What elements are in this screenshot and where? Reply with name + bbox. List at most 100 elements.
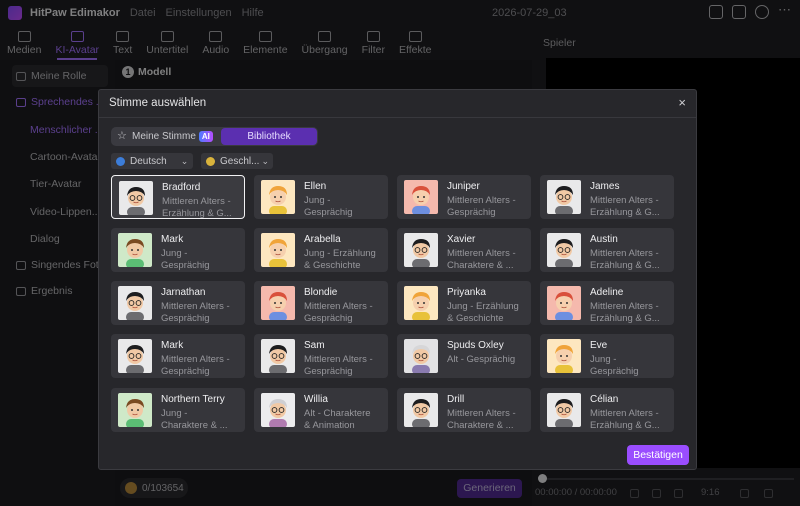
gender-dropdown[interactable]: Geschl... ⌄ bbox=[201, 153, 273, 169]
voice-description: Jung - Erzählung & Geschichte bbox=[447, 301, 527, 325]
voice-source-tabs: ☆ Meine Stimme AI Bibliothek bbox=[111, 127, 318, 146]
voice-description: Mittleren Alters - Gesprächig bbox=[161, 301, 241, 325]
voice-avatar bbox=[547, 339, 581, 373]
voice-description: Mittleren Alters - Gesprächig bbox=[304, 301, 384, 325]
ai-badge: AI bbox=[198, 131, 213, 142]
voice-description: Jung - Gesprächig bbox=[590, 354, 670, 378]
voice-description-line: Mittleren Alters - bbox=[162, 196, 231, 207]
voice-card[interactable]: Bradford Mittleren Alters - Erzählung & G.… bbox=[111, 175, 245, 219]
voice-avatar bbox=[118, 286, 152, 320]
voice-description-line: Charaktere & ... bbox=[447, 420, 514, 431]
voice-description-line: Jung - Erzählung bbox=[304, 248, 376, 259]
language-dropdown[interactable]: Deutsch ⌄ bbox=[111, 153, 193, 169]
voice-card[interactable]: Juniper Mittleren Alters - Gesprächig bbox=[397, 175, 531, 219]
voice-description: Alt - Gesprächig bbox=[447, 354, 527, 366]
voice-card[interactable]: Blondie Mittleren Alters - Gesprächig bbox=[254, 281, 388, 325]
voice-description: Jung - Charaktere & ... bbox=[161, 408, 241, 432]
voice-description: Mittleren Alters - Erzählung & G... bbox=[590, 248, 670, 272]
voice-name: Austin bbox=[590, 234, 618, 245]
voice-description-line: Alt - Charaktere bbox=[304, 408, 371, 419]
voice-avatar bbox=[404, 393, 438, 427]
voice-card[interactable]: Adeline Mittleren Alters - Erzählung & G..… bbox=[540, 281, 674, 325]
voice-name: Northern Terry bbox=[161, 394, 225, 405]
voice-description: Mittleren Alters - Erzählung & G... bbox=[590, 408, 670, 432]
voice-card[interactable]: James Mittleren Alters - Erzählung & G... bbox=[540, 175, 674, 219]
voice-name: Mark bbox=[161, 234, 184, 245]
voice-description-line: Mittleren Alters - bbox=[590, 248, 659, 259]
tab-my-voice[interactable]: ☆ Meine Stimme AI bbox=[111, 127, 219, 146]
voice-description: Mittleren Alters - Erzählung & G... bbox=[162, 196, 242, 220]
globe-icon bbox=[116, 156, 125, 166]
voice-card[interactable]: Mark Mittleren Alters - Gesprächig bbox=[111, 334, 245, 378]
voice-avatar bbox=[261, 180, 295, 214]
voice-avatar bbox=[547, 180, 581, 214]
confirm-button[interactable]: Bestätigen bbox=[627, 445, 689, 465]
voice-description-line: Charaktere & ... bbox=[161, 420, 228, 431]
voice-description: Mittleren Alters - Gesprächig bbox=[304, 354, 384, 378]
voice-description: Mittleren Alters - Erzählung & G... bbox=[590, 301, 670, 325]
voice-description: Alt - Charaktere & Animation bbox=[304, 408, 384, 432]
voice-name: Célian bbox=[590, 394, 619, 405]
voice-card[interactable]: Austin Mittleren Alters - Erzählung & G... bbox=[540, 228, 674, 272]
voice-card[interactable]: Willia Alt - Charaktere & Animation bbox=[254, 388, 388, 432]
voice-name: Priyanka bbox=[447, 287, 486, 298]
voice-description-line: Gesprächig bbox=[161, 313, 210, 324]
voice-card[interactable]: Arabella Jung - Erzählung & Geschichte bbox=[254, 228, 388, 272]
voice-avatar bbox=[118, 393, 152, 427]
voice-avatar bbox=[547, 233, 581, 267]
voice-avatar bbox=[261, 233, 295, 267]
voice-avatar bbox=[118, 339, 152, 373]
voice-description-line: Gesprächig bbox=[304, 366, 353, 377]
voice-description-line: Gesprächig bbox=[304, 207, 353, 218]
voice-description-line: Jung - bbox=[161, 408, 188, 419]
voice-description-line: Mittleren Alters - bbox=[590, 408, 659, 419]
voice-description-line: Mittleren Alters - bbox=[590, 301, 659, 312]
dialog-title: Stimme auswählen bbox=[109, 97, 207, 109]
voice-name: Arabella bbox=[304, 234, 341, 245]
voice-card[interactable]: Mark Jung - Gesprächig bbox=[111, 228, 245, 272]
voice-name: James bbox=[590, 181, 620, 192]
voice-description-line: Charaktere & ... bbox=[447, 260, 514, 271]
language-value: Deutsch bbox=[130, 155, 167, 167]
voice-description-line: Erzählung & G... bbox=[590, 313, 660, 324]
voice-description-line: Jung - bbox=[161, 248, 188, 259]
voice-card[interactable]: Northern Terry Jung - Charaktere & ... bbox=[111, 388, 245, 432]
voice-description-line: Alt - Gesprächig bbox=[447, 354, 516, 365]
voice-card[interactable]: Priyanka Jung - Erzählung & Geschichte bbox=[397, 281, 531, 325]
voice-name: Drill bbox=[447, 394, 465, 405]
voice-description-line: Erzählung & G... bbox=[590, 260, 660, 271]
voice-avatar bbox=[118, 233, 152, 267]
voice-description-line: Mittleren Alters - bbox=[304, 354, 373, 365]
voice-card[interactable]: Ellen Jung - Gesprächig bbox=[254, 175, 388, 219]
voice-description-line: Mittleren Alters - bbox=[161, 354, 230, 365]
voice-description-line: & Geschichte bbox=[304, 260, 361, 271]
voice-card[interactable]: Xavier Mittleren Alters - Charaktere & ... bbox=[397, 228, 531, 272]
star-icon: ☆ bbox=[117, 130, 127, 142]
gender-value: Geschl... bbox=[220, 155, 260, 167]
voice-description-line: Jung - bbox=[590, 354, 617, 365]
voice-card[interactable]: Jarnathan Mittleren Alters - Gesprächig bbox=[111, 281, 245, 325]
voice-avatar bbox=[547, 286, 581, 320]
close-icon[interactable]: × bbox=[678, 95, 686, 110]
voice-name: Spuds Oxley bbox=[447, 340, 504, 351]
voice-avatar bbox=[404, 233, 438, 267]
voice-description-line: Gesprächig bbox=[161, 260, 210, 271]
voice-card[interactable]: Célian Mittleren Alters - Erzählung & G... bbox=[540, 388, 674, 432]
voice-name: Bradford bbox=[162, 182, 201, 193]
dialog-divider bbox=[99, 117, 696, 118]
voice-card[interactable]: Spuds Oxley Alt - Gesprächig bbox=[397, 334, 531, 378]
voice-card[interactable]: Sam Mittleren Alters - Gesprächig bbox=[254, 334, 388, 378]
voice-description-line: Gesprächig bbox=[590, 366, 639, 377]
tab-library[interactable]: Bibliothek bbox=[221, 128, 317, 145]
voice-description: Jung - Gesprächig bbox=[304, 195, 384, 219]
voice-card[interactable]: Eve Jung - Gesprächig bbox=[540, 334, 674, 378]
voice-name: Juniper bbox=[447, 181, 480, 192]
gender-icon bbox=[206, 156, 215, 166]
voice-description-line: Erzählung & G... bbox=[162, 208, 232, 219]
voice-description: Jung - Erzählung & Geschichte bbox=[304, 248, 384, 272]
voice-card[interactable]: Drill Mittleren Alters - Charaktere & ... bbox=[397, 388, 531, 432]
voice-description-line: & Geschichte bbox=[447, 313, 504, 324]
voice-name: Ellen bbox=[304, 181, 327, 192]
voice-description-line: Mittleren Alters - bbox=[304, 301, 373, 312]
voice-avatar bbox=[404, 286, 438, 320]
